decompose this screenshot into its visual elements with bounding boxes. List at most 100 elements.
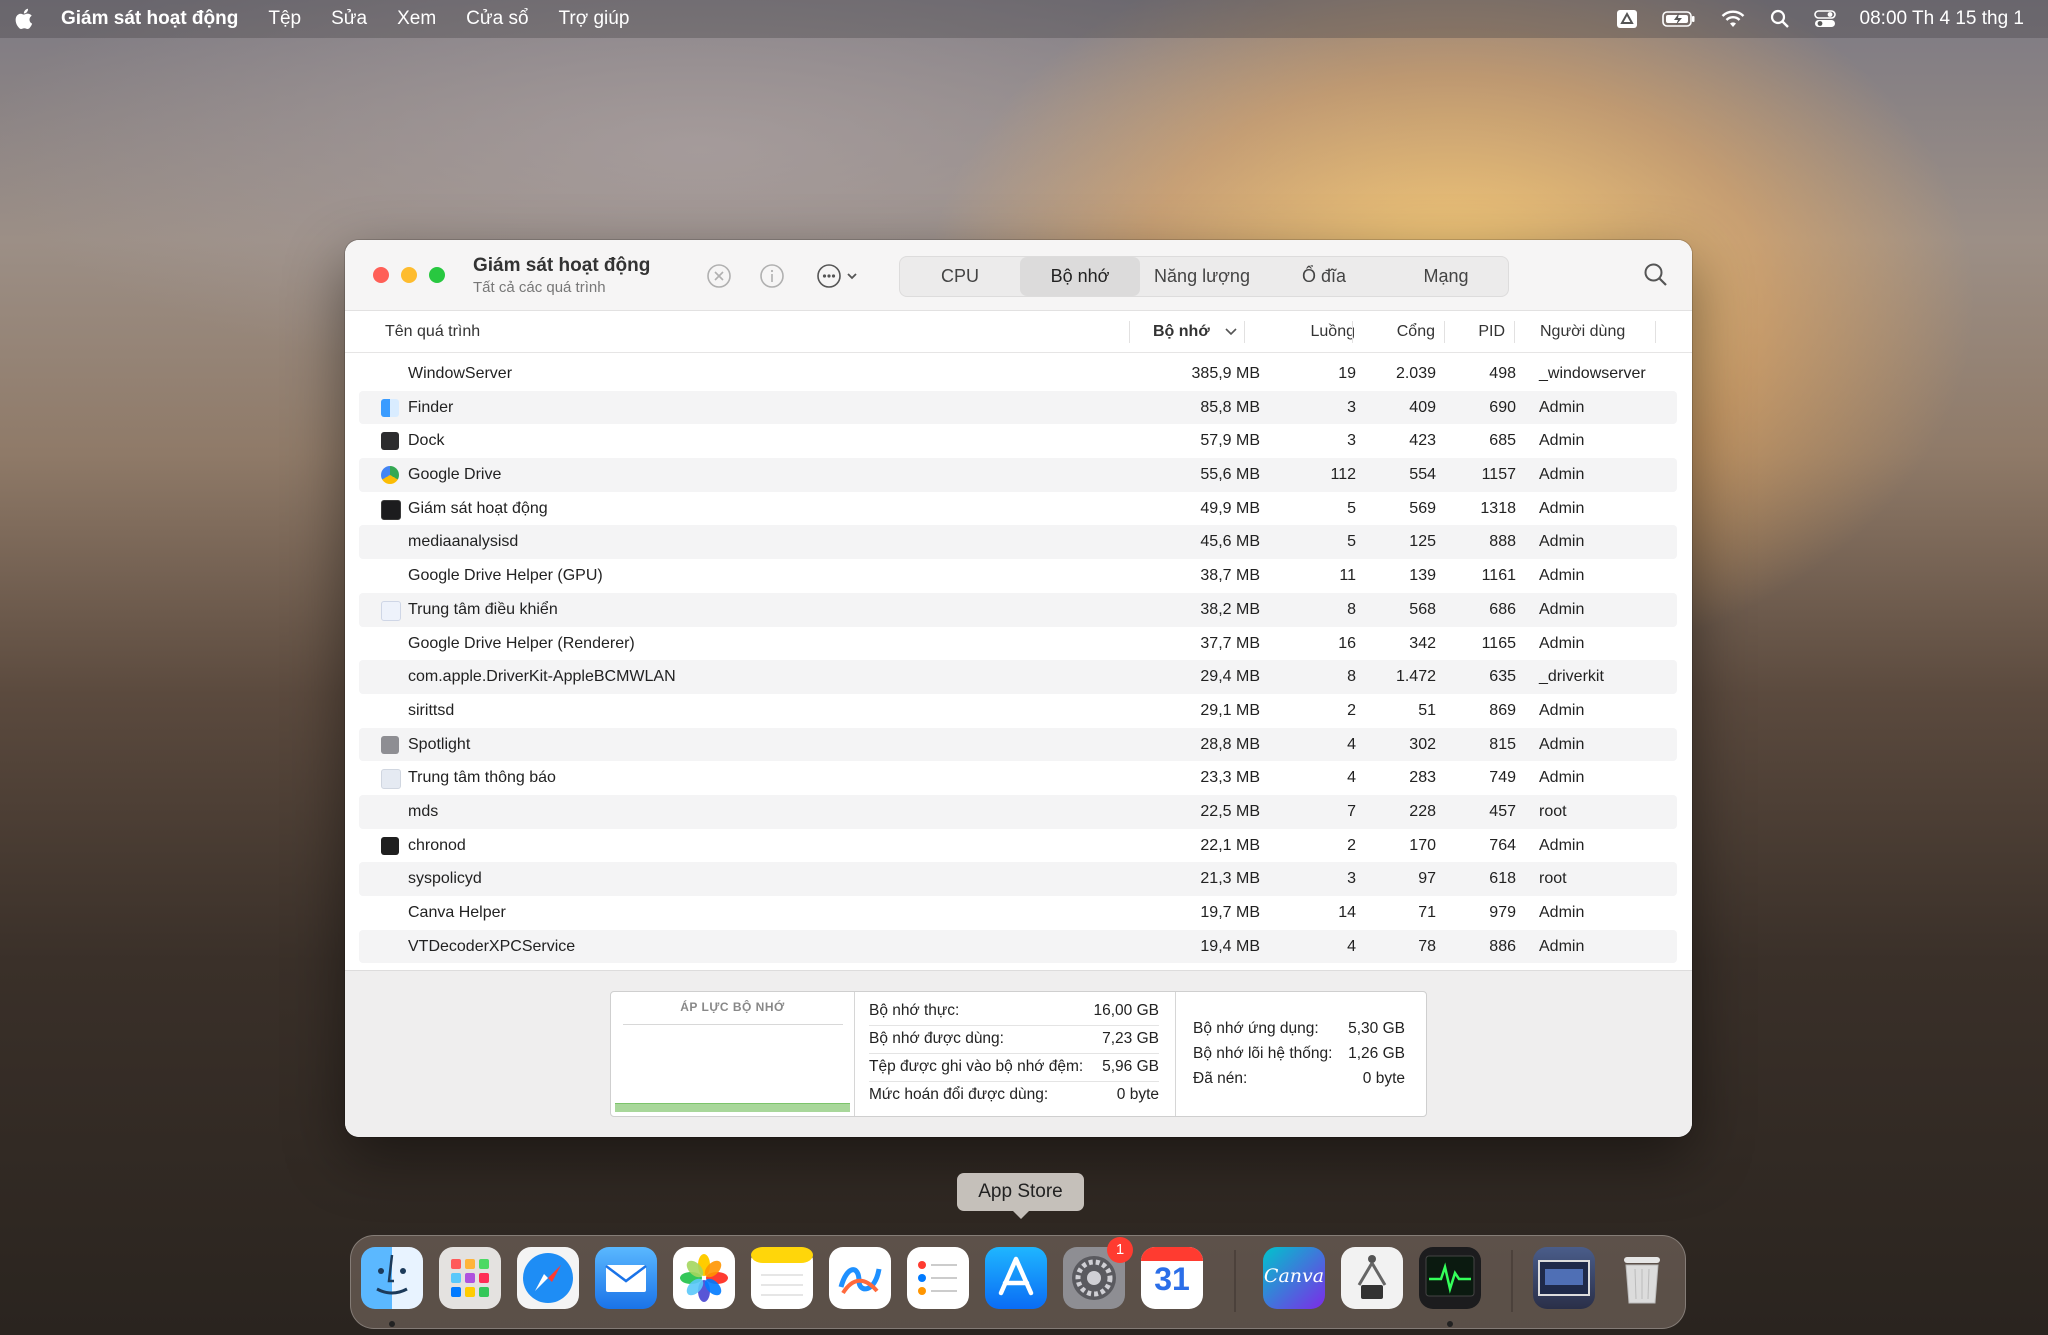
column-header-pid[interactable]: PID [1445, 311, 1505, 352]
dock-mail-icon[interactable] [595, 1247, 657, 1309]
column-header-ports[interactable]: Cổng [1355, 311, 1435, 352]
control-center-icon[interactable] [1813, 9, 1836, 29]
process-ports: 568 [1409, 600, 1436, 618]
wifi-icon[interactable] [1720, 9, 1746, 29]
process-row[interactable]: Giám sát hoạt động 49,9 MB 5 569 1318 Admin [359, 492, 1677, 526]
process-row[interactable]: VTDecoderXPCService 19,4 MB 4 78 886 Admin [359, 929, 1677, 964]
process-row[interactable]: chronod 22,1 MB 2 170 764 Admin [359, 829, 1677, 863]
dock-finder-icon[interactable] [361, 1247, 423, 1309]
process-memory: 23,3 MB [1200, 769, 1260, 787]
process-ports: 97 [1418, 870, 1436, 888]
process-threads: 2 [1347, 701, 1356, 719]
process-threads: 19 [1338, 365, 1356, 382]
process-row[interactable]: syspolicyd 21,3 MB 3 97 618 root [359, 862, 1677, 896]
dock-trash-icon[interactable] [1611, 1247, 1673, 1309]
process-row[interactable]: Google Drive Helper (GPU) 38,7 MB 11 139 116… [359, 559, 1677, 593]
process-ports: 342 [1409, 634, 1436, 652]
process-threads: 3 [1347, 870, 1356, 888]
dock-system-information-icon[interactable] [1341, 1247, 1403, 1309]
menu-app-name[interactable]: Giám sát hoạt động [61, 8, 238, 30]
process-ports: 283 [1409, 769, 1436, 787]
menu-view[interactable]: Xem [397, 8, 436, 30]
process-pid: 1161 [1481, 567, 1516, 585]
column-divider[interactable] [1352, 321, 1353, 343]
column-divider[interactable] [1655, 321, 1656, 343]
spotlight-app-icon [381, 735, 399, 754]
process-row[interactable]: Google Drive Helper (Renderer) 37,7 MB 16 3… [359, 627, 1677, 661]
process-pid: 869 [1489, 701, 1516, 719]
dock-recent-document-icon[interactable] [1533, 1247, 1595, 1309]
dock-canva-icon[interactable]: Canva [1263, 1247, 1325, 1309]
menu-help[interactable]: Trợ giúp [559, 8, 630, 30]
activity-app-icon [381, 499, 401, 520]
view-tabs: CPU Bộ nhớ Năng lượng Ổ đĩa Mạng [899, 256, 1509, 297]
dock-launchpad-icon[interactable] [439, 1247, 501, 1309]
tab-memory[interactable]: Bộ nhớ [1020, 257, 1140, 296]
calendar-day: 31 [1154, 1261, 1190, 1297]
column-divider[interactable] [1244, 321, 1245, 343]
process-memory: 19,7 MB [1200, 904, 1260, 921]
process-ports: 302 [1409, 735, 1436, 753]
running-indicator [1447, 1321, 1453, 1327]
drive-status-icon[interactable] [1616, 9, 1638, 29]
dock-freeform-icon[interactable] [829, 1247, 891, 1309]
dock-photos-icon[interactable] [673, 1247, 735, 1309]
column-header-user[interactable]: Người dùng [1540, 311, 1625, 352]
column-header-threads[interactable]: Luồng [1255, 311, 1356, 352]
battery-icon[interactable] [1661, 10, 1696, 28]
process-row[interactable]: mediaanalysisd 45,6 MB 5 125 888 Admin [359, 525, 1677, 560]
process-pid: 886 [1489, 937, 1516, 955]
close-window-button[interactable] [373, 267, 389, 283]
process-row[interactable]: Trung tâm điều khiển 38,2 MB 8 568 686 Admin [359, 592, 1677, 627]
column-header-memory[interactable]: Bộ nhớ [1153, 311, 1263, 352]
dock-notes-icon[interactable] [751, 1247, 813, 1309]
dock-activity-monitor-icon[interactable] [1419, 1247, 1481, 1309]
spotlight-search-icon[interactable] [1770, 9, 1790, 29]
zoom-window-button[interactable] [429, 267, 445, 283]
process-name: VTDecoderXPCService [408, 937, 576, 955]
process-row[interactable]: sirittsd 29,1 MB 2 51 869 Admin [359, 694, 1677, 728]
dock-reminders-icon[interactable] [907, 1247, 969, 1309]
dock-app-store-icon[interactable] [985, 1247, 1047, 1309]
dock-calendar-icon[interactable]: 31 [1141, 1247, 1203, 1309]
inspect-process-button[interactable] [758, 262, 786, 290]
process-row[interactable]: Spotlight 28,8 MB 4 302 815 Admin [359, 727, 1677, 762]
tab-cpu[interactable]: CPU [900, 257, 1020, 296]
process-row[interactable]: Finder 85,8 MB 3 409 690 Admin [359, 390, 1677, 425]
process-row[interactable]: Dock 57,9 MB 3 423 685 Admin [359, 424, 1677, 458]
process-row[interactable]: Trung tâm thông báo 23,3 MB 4 283 749 Admin [359, 761, 1677, 795]
menu-window[interactable]: Cửa sổ [466, 8, 528, 30]
column-divider[interactable] [1514, 321, 1515, 343]
dock-safari-icon[interactable] [517, 1247, 579, 1309]
menubar-clock[interactable]: 08:00 Th 4 15 thg 1 [1860, 8, 2024, 30]
process-ports: 409 [1409, 398, 1436, 416]
process-pid: 498 [1489, 365, 1516, 382]
process-threads: 4 [1347, 735, 1356, 753]
process-row[interactable]: mds 22,5 MB 7 228 457 root [359, 794, 1677, 829]
search-button[interactable] [1642, 261, 1670, 289]
stop-process-button[interactable] [705, 262, 733, 290]
column-divider[interactable] [1129, 321, 1130, 343]
process-threads: 112 [1330, 466, 1356, 484]
more-actions-button[interactable] [815, 262, 865, 290]
apple-menu-icon[interactable] [14, 7, 36, 31]
tab-network[interactable]: Mạng [1384, 257, 1508, 296]
process-pid: 685 [1489, 432, 1516, 450]
menu-file[interactable]: Tệp [268, 8, 301, 30]
dock: 1 31 Canva [350, 1235, 1686, 1329]
process-row[interactable]: com.apple.DriverKit-AppleBCMWLAN 29,4 MB 8… [359, 660, 1677, 694]
process-row[interactable]: WindowServer 385,9 MB 19 2.039 498 _windowser… [359, 357, 1677, 391]
minimize-window-button[interactable] [401, 267, 417, 283]
tab-disk[interactable]: Ổ đĩa [1264, 257, 1384, 296]
tab-energy[interactable]: Năng lượng [1140, 257, 1264, 296]
process-row[interactable]: Canva Helper 19,7 MB 14 71 979 Admin [359, 896, 1677, 930]
dock-system-settings-icon[interactable]: 1 [1063, 1237, 1133, 1309]
process-memory: 385,9 MB [1191, 365, 1260, 382]
process-name: mediaanalysisd [408, 533, 519, 551]
process-threads: 4 [1347, 769, 1356, 787]
menu-edit[interactable]: Sửa [331, 8, 367, 30]
process-row[interactable]: Google Drive 55,6 MB 112 554 1157 Admin [359, 458, 1677, 492]
column-header-name[interactable]: Tên quá trình [385, 311, 480, 352]
process-name: Trung tâm điều khiển [408, 600, 558, 618]
process-user: _windowserver [1539, 365, 1646, 382]
